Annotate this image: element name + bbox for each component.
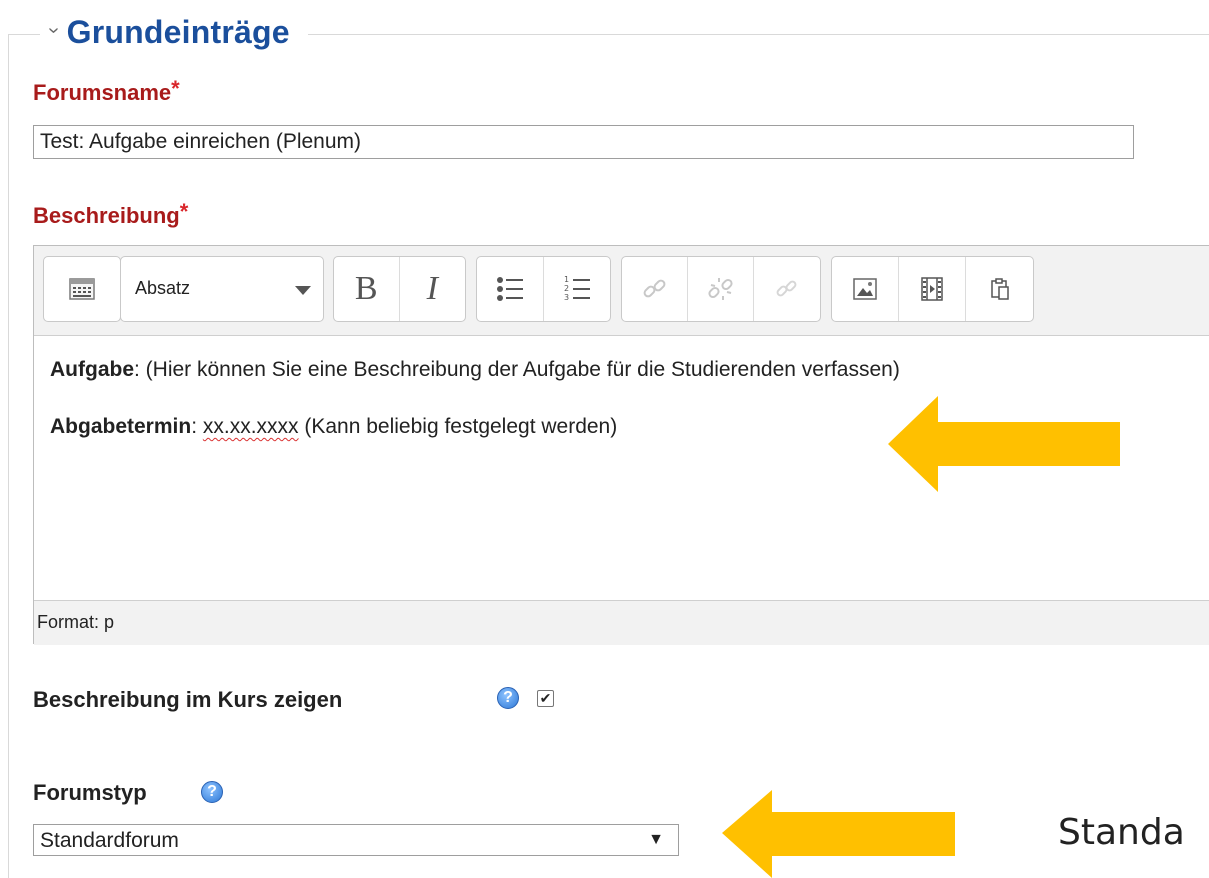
beschreibung-label-text: Beschreibung (33, 203, 180, 228)
beschreibung-label: Beschreibung* (33, 199, 188, 229)
unlink-button[interactable] (688, 257, 754, 321)
deadline-note: (Kann beliebig festgelegt werden) (298, 415, 618, 438)
unordered-list-button[interactable] (477, 257, 544, 321)
show-description-checkbox[interactable]: ✔ (537, 690, 554, 707)
editor-paragraph-1: Aufgabe: (Hier können Sie eine Beschreib… (50, 358, 900, 382)
dropdown-arrow-icon: ▼ (648, 831, 664, 848)
toolbar-group-toggle (43, 256, 121, 322)
italic-button[interactable]: I (400, 257, 466, 321)
chevron-down-icon (295, 286, 311, 295)
task-text: : (Hier können Sie eine Beschreibung der… (134, 358, 900, 381)
annotation-side-text: Standa (1058, 812, 1185, 853)
annotation-arrow-deadline (888, 396, 1120, 492)
clipboard-icon (990, 278, 1009, 300)
help-icon[interactable]: ? (497, 687, 519, 709)
image-icon (853, 278, 877, 300)
film-icon (921, 277, 943, 301)
deadline-separator: : (191, 415, 203, 438)
insert-link-button[interactable] (622, 257, 688, 321)
svg-text:1: 1 (564, 275, 569, 284)
paragraph-format-select[interactable]: Absatz (120, 256, 324, 322)
toolbar-group-lists: 123 (476, 256, 611, 322)
svg-text:2: 2 (564, 284, 569, 293)
insert-media-button[interactable] (899, 257, 966, 321)
editor-paragraph-2: Abgabetermin: xx.xx.xxxx (Kann beliebig … (50, 415, 617, 439)
required-icon: * (179, 199, 189, 224)
chevron-down-icon[interactable]: › (42, 27, 65, 34)
svg-text:3: 3 (564, 293, 569, 302)
link-icon (643, 279, 665, 298)
help-icon[interactable]: ? (201, 781, 223, 803)
required-icon: * (171, 76, 180, 101)
toolbar-toggle-icon (69, 278, 95, 300)
editor-statusbar: Format: p (34, 600, 1209, 645)
toolbar-group-media (831, 256, 1034, 322)
section-header-grundeintraege[interactable]: › Grundeinträge (40, 6, 308, 58)
forumstyp-select[interactable]: Standardforum ▼ (33, 824, 679, 856)
deadline-label: Abgabetermin (50, 415, 192, 438)
editor-toolbar: Absatz B I 123 (34, 246, 1209, 336)
bold-button[interactable]: B (334, 257, 400, 321)
forumsname-label-text: Forumsname (33, 80, 172, 105)
toolbar-group-text-style: B I (333, 256, 466, 322)
insert-image-button[interactable] (832, 257, 899, 321)
paragraph-format-value: Absatz (135, 278, 191, 298)
chain-icon (776, 280, 797, 297)
forumstyp-label: Forumstyp (33, 780, 147, 805)
bullet-list-icon (496, 277, 523, 301)
manage-files-button[interactable] (966, 257, 1033, 321)
toolbar-group-links (621, 256, 821, 322)
forumsname-label: Forumsname* (33, 76, 180, 106)
unlink-icon (707, 278, 733, 300)
forumsname-input[interactable]: Test: Aufgabe einreichen (Plenum) (33, 125, 1134, 159)
section-title: Grundeinträge (66, 13, 290, 50)
annotation-arrow-forumstyp (722, 790, 955, 878)
forumstyp-selected-value: Standardforum (40, 829, 179, 852)
numbered-list-icon: 123 (564, 275, 590, 302)
deadline-date: xx.xx.xxxx (202, 415, 299, 438)
anchor-link-button[interactable] (754, 257, 820, 321)
toolbar-toggle-button[interactable] (44, 257, 120, 321)
show-description-label: Beschreibung im Kurs zeigen (33, 687, 343, 712)
ordered-list-button[interactable]: 123 (544, 257, 611, 321)
fieldset-border-left (8, 34, 9, 878)
task-label: Aufgabe (50, 358, 134, 381)
